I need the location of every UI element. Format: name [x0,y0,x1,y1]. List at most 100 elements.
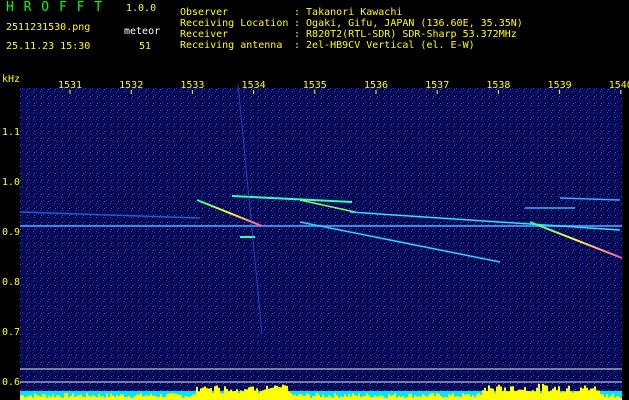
meteor-label: meteor [124,26,161,37]
receiver-label: Receiver [180,29,229,40]
signal-column [350,396,352,400]
signal-column [454,396,456,400]
signal-column [186,396,188,400]
signal-column [284,385,286,400]
signal-column [430,393,432,400]
signal-column [92,395,94,400]
signal-column [352,393,354,400]
signal-column [198,391,200,400]
signal-column [366,393,368,400]
datetime: 25.11.23 15:30 [6,41,91,52]
signal-column [358,393,360,400]
signal-column [450,395,452,400]
signal-column [256,388,258,400]
signal-column [246,389,248,400]
signal-column [266,385,268,400]
signal-column [490,388,492,400]
signal-column [22,395,24,400]
signal-column [272,387,274,400]
signal-column [476,394,478,400]
signal-column [496,386,498,400]
signal-column [602,394,604,400]
signal-column [388,394,390,400]
signal-column [94,396,96,400]
signal-column [432,393,434,400]
signal-column [504,387,506,400]
signal-column [312,396,314,400]
app-version: 1.0.0 [126,3,157,14]
signal-column [166,394,168,400]
signal-column [298,394,300,400]
signal-column [416,396,418,400]
signal-column [562,391,564,400]
signal-column [250,386,252,400]
signal-column [414,395,416,400]
signal-column [486,391,488,400]
signal-column [340,396,342,400]
signal-column [152,395,154,400]
signal-column [30,395,32,400]
y-tick-label: 0.7 [2,327,20,338]
signal-column [448,394,450,400]
signal-column [344,394,346,400]
signal-column [214,386,216,400]
signal-column [316,393,318,400]
signal-column [322,394,324,400]
signal-column [492,388,494,400]
signal-column [192,394,194,400]
signal-column [378,395,380,400]
signal-column [520,389,522,400]
signal-column [410,393,412,400]
signal-column [500,386,502,400]
signal-column [304,395,306,400]
signal-column [232,391,234,400]
signal-column [196,386,198,400]
signal-column [236,389,238,400]
signal-column [226,388,228,400]
signal-column [362,396,364,400]
signal-column [172,393,174,400]
x-tick-label: 1531 [58,80,82,91]
signal-column [252,386,254,400]
signal-column [398,395,400,400]
signal-column [228,391,230,400]
signal-column [144,395,146,400]
signal-column [28,395,30,400]
signal-column [64,393,66,400]
signal-column [588,390,590,400]
signal-column [424,395,426,400]
file-name: 2511231530.png [6,22,91,33]
signal-column [506,391,508,400]
signal-column [76,395,78,400]
signal-column [542,383,544,400]
signal-column [606,394,608,400]
signal-column [184,396,186,400]
signal-column [368,395,370,400]
location-label: Receiving Location [180,18,289,29]
signal-column [290,393,292,400]
y-tick-label: 0.6 [2,377,20,388]
signal-column [532,390,534,400]
signal-column [102,396,104,400]
signal-column [456,396,458,400]
signal-column [150,393,152,400]
signal-column [598,390,600,400]
signal-column [40,396,42,400]
signal-column [390,395,392,400]
signal-column [522,389,524,400]
signal-column [206,388,208,400]
signal-column [380,395,382,400]
signal-column [66,393,68,400]
signal-column [514,390,516,400]
signal-column [260,391,262,400]
signal-column [458,396,460,400]
signal-column [354,395,356,400]
x-tick-label: 1535 [303,80,327,91]
signal-column [502,391,504,400]
signal-column [552,388,554,400]
signal-column [566,388,568,400]
signal-column [134,395,136,400]
signal-column [580,387,582,400]
signal-column [58,395,60,400]
signal-column [178,394,180,400]
